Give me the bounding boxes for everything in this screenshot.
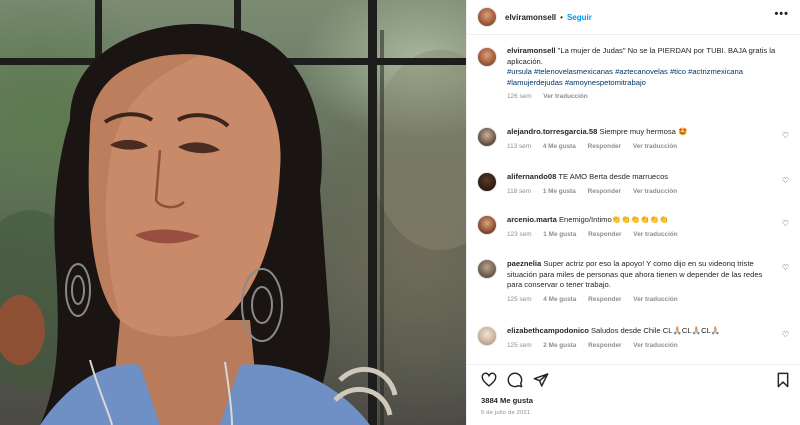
post-photo: [0, 0, 466, 425]
comment-username[interactable]: elizabethcampodonico: [507, 326, 589, 335]
post-action-bar: [481, 372, 791, 390]
comment-likes[interactable]: 1 Me gusta: [543, 188, 576, 195]
comment-reply-button[interactable]: Responder: [588, 342, 621, 349]
ellipsis-icon[interactable]: •••: [774, 8, 789, 20]
commenter-avatar[interactable]: [477, 326, 497, 346]
comment-time: 113 sem: [507, 142, 532, 150]
commenter-avatar[interactable]: [477, 215, 497, 235]
comment-time: 125 sem: [507, 341, 532, 349]
send-paper-plane-icon[interactable]: [533, 372, 549, 388]
header-divider: [467, 34, 800, 35]
comment-likes[interactable]: 4 Me gusta: [543, 143, 576, 150]
comment-likes[interactable]: 1 Me gusta: [543, 231, 576, 238]
comment-item: arcenio.marta Enemigo/Intimo👏👏👏👏👏👏 123 s…: [477, 215, 795, 238]
comment-text: TE AMO Berta desde marruecos: [558, 172, 669, 181]
heart-outline-icon[interactable]: [481, 372, 497, 388]
post-panel: elviramonsell • Seguir ••• elviramonsell…: [466, 0, 800, 425]
comment-like-heart-icon[interactable]: ♡: [782, 263, 789, 272]
comment-item: paeznelia Super actriz por eso la apoyo!…: [477, 259, 795, 303]
comment-time: 118 sem: [507, 187, 532, 195]
actions-divider: [467, 364, 800, 365]
commenter-avatar[interactable]: [477, 127, 497, 147]
comment-like-heart-icon[interactable]: ♡: [782, 176, 789, 185]
comment-username[interactable]: alifernando08: [507, 172, 556, 181]
comment-reply-button[interactable]: Responder: [588, 231, 621, 238]
commenter-avatar[interactable]: [477, 259, 497, 279]
comment-likes[interactable]: 2 Me gusta: [543, 342, 576, 349]
comment-username[interactable]: paeznelia: [507, 259, 541, 268]
comment-like-heart-icon[interactable]: ♡: [782, 131, 789, 140]
author-avatar[interactable]: [477, 7, 497, 27]
comment-text: Saludos desde Chile CL🙏🏼CL🙏🏼CL🙏🏼: [590, 326, 721, 335]
follow-button[interactable]: Seguir: [567, 13, 592, 22]
separator-dot: •: [560, 12, 563, 22]
comment-likes[interactable]: 4 Me gusta: [543, 296, 576, 303]
comment-item: alifernando08 TE AMO Berta desde marruec…: [477, 172, 795, 195]
comment-username[interactable]: alejandro.torresgarcia.58: [507, 127, 597, 136]
comment-translate-link[interactable]: Ver traducción: [633, 143, 677, 150]
commenter-avatar[interactable]: [477, 172, 497, 192]
comment-reply-button[interactable]: Responder: [588, 143, 621, 150]
comment-translate-link[interactable]: Ver traducción: [633, 188, 677, 195]
author-username[interactable]: elviramonsell: [505, 13, 556, 22]
post-header: elviramonsell • Seguir •••: [477, 6, 795, 28]
comment-translate-link[interactable]: Ver traducción: [633, 342, 677, 349]
comment-translate-link[interactable]: Ver traducción: [633, 296, 677, 303]
comment-translate-link[interactable]: Ver traducción: [633, 231, 677, 238]
woman-portrait-image: [0, 0, 466, 425]
comment-username[interactable]: arcenio.marta: [507, 215, 557, 224]
comment-text: Siempre muy hermosa 🤩: [599, 127, 688, 136]
comment-text: Enemigo/Intimo👏👏👏👏👏👏: [558, 215, 669, 224]
post-caption: elviramonsell "La mujer de Judas" No se …: [477, 46, 795, 100]
comment-like-heart-icon[interactable]: ♡: [782, 219, 789, 228]
comment-like-heart-icon[interactable]: ♡: [782, 330, 789, 339]
caption-translate-link[interactable]: Ver traducción: [543, 93, 587, 100]
comment-time: 125 sem: [507, 295, 532, 303]
caption-time: 126 sem: [507, 93, 532, 100]
comment-reply-button[interactable]: Responder: [588, 296, 621, 303]
post-date: 5 de julio de 2021: [481, 410, 531, 416]
comment-time: 123 sem: [507, 230, 532, 238]
comment-text: Super actriz por eso la apoyo! Y como di…: [507, 259, 763, 289]
comment-item: alejandro.torresgarcia.58 Siempre muy he…: [477, 127, 795, 150]
bookmark-icon[interactable]: [775, 372, 791, 388]
comment-bubble-icon[interactable]: [507, 372, 523, 388]
post-like-count[interactable]: 3884 Me gusta: [481, 396, 533, 405]
caption-author-avatar[interactable]: [477, 47, 497, 67]
caption-hashtags[interactable]: #ursula #telenovelasmexicanas #aztecanov…: [507, 67, 793, 88]
comment-reply-button[interactable]: Responder: [588, 188, 621, 195]
comment-item: elizabethcampodonico Saludos desde Chile…: [477, 326, 795, 349]
caption-username[interactable]: elviramonsell: [507, 46, 556, 55]
